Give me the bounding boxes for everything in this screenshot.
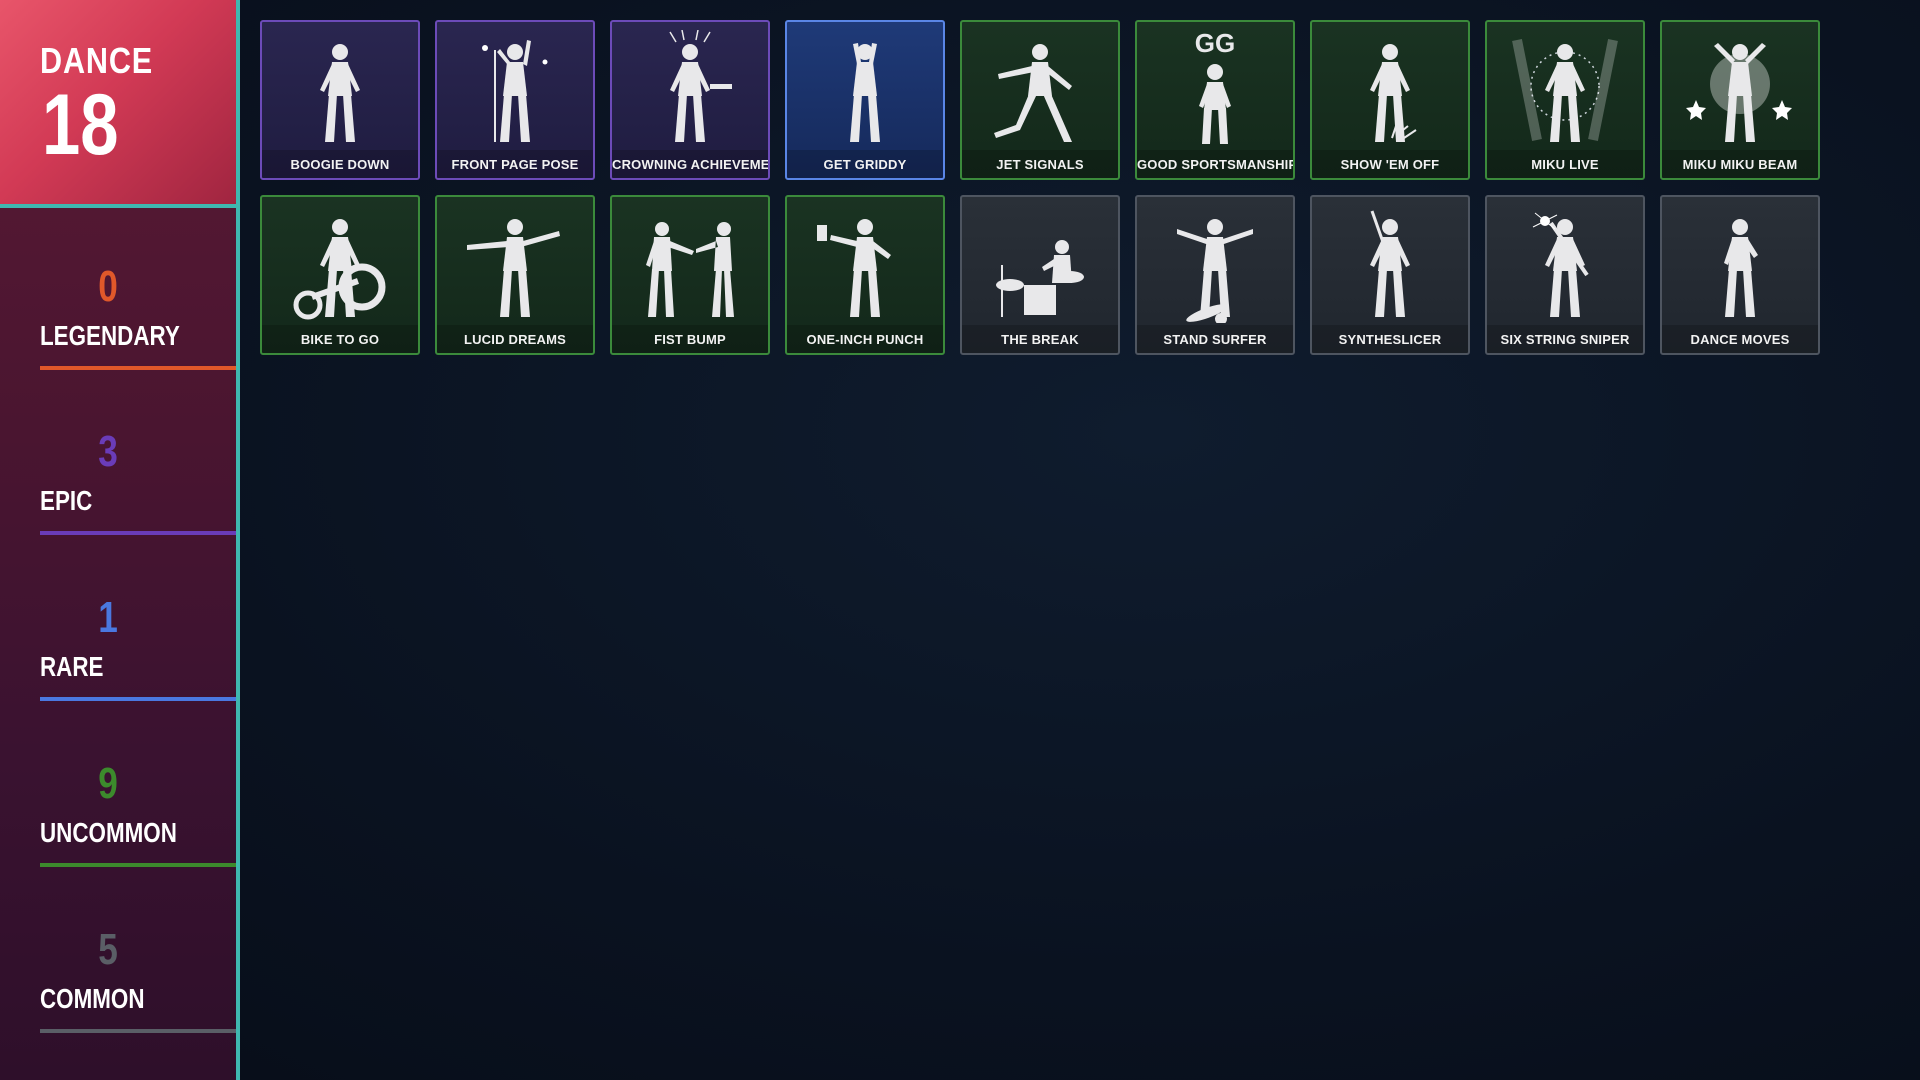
rarity-rare[interactable]: 1 RARE: [0, 593, 236, 733]
rarity-uncommon[interactable]: 9 UNCOMMON: [0, 759, 236, 899]
emote-tile[interactable]: BOOGIE DOWN: [260, 20, 420, 180]
emote-name: FRONT PAGE POSE: [451, 157, 579, 172]
rarity-label: COMMON: [40, 983, 145, 1014]
emote-name: SIX STRING SNIPER: [1500, 332, 1630, 347]
emote-tile[interactable]: STAND SURFER: [1135, 195, 1295, 355]
emote-name: ONE-INCH PUNCH: [806, 332, 924, 347]
emote-tile[interactable]: GG GOOD SPORTSMANSHIP: [1135, 20, 1295, 180]
guitar-icon: [1487, 205, 1643, 323]
emote-tile[interactable]: FIST BUMP: [610, 195, 770, 355]
emote-tile[interactable]: JET SIGNALS: [960, 20, 1120, 180]
griddy-icon: [787, 30, 943, 148]
emote-tile[interactable]: ONE-INCH PUNCH: [785, 195, 945, 355]
fist-bump-icon: [612, 205, 768, 323]
drums-icon: [962, 205, 1118, 323]
dance-moves-icon: [1662, 205, 1818, 323]
emote-grid: BOOGIE DOWN FRONT PAGE POSE CROWNING ACHIE…: [260, 20, 1820, 355]
crown-icon: [612, 29, 768, 148]
pose-icon: [962, 30, 1118, 148]
rarity-common[interactable]: 5 COMMON: [0, 925, 236, 1065]
category-label: DANCE: [40, 40, 154, 81]
rarity-legendary[interactable]: 0 LEGENDARY: [0, 262, 236, 402]
rarity-underline: [40, 863, 236, 867]
emote-tile[interactable]: THE BREAK: [960, 195, 1120, 355]
rarity-label: UNCOMMON: [40, 817, 177, 848]
emote-tile[interactable]: DANCE MOVES: [1660, 195, 1820, 355]
emote-name: DANCE MOVES: [1690, 332, 1790, 347]
emote-name: STAND SURFER: [1163, 332, 1267, 347]
emote-tile[interactable]: SHOW 'EM OFF: [1310, 20, 1470, 180]
emote-tile[interactable]: BIKE TO GO: [260, 195, 420, 355]
rarity-label: LEGENDARY: [40, 320, 180, 351]
emote-tile[interactable]: CROWNING ACHIEVEMENT: [610, 20, 770, 180]
rarity-underline: [40, 366, 236, 370]
emote-name: THE BREAK: [1001, 332, 1079, 347]
svg-text:GG: GG: [1195, 30, 1235, 58]
emote-name: MIKU LIVE: [1531, 157, 1599, 172]
rarity-count: 5: [98, 925, 118, 974]
emote-name: LUCID DREAMS: [463, 332, 567, 347]
emote-tile[interactable]: SIX STRING SNIPER: [1485, 195, 1645, 355]
crouch-icon: [1312, 30, 1468, 148]
emote-tile[interactable]: MIKU MIKU BEAM: [1660, 20, 1820, 180]
emote-name: GOOD SPORTSMANSHIP: [1137, 157, 1295, 172]
spotlight-icon: [1487, 30, 1643, 148]
emote-tile[interactable]: LUCID DREAMS: [435, 195, 595, 355]
emote-tile[interactable]: MIKU LIVE: [1485, 20, 1645, 180]
emote-name: BIKE TO GO: [300, 332, 380, 347]
rarity-label: RARE: [40, 651, 104, 682]
rarity-count: 0: [98, 262, 118, 311]
star-beam-icon: [1662, 30, 1818, 148]
rarity-underline: [40, 531, 236, 535]
emote-tile[interactable]: GET GRIDDY: [785, 20, 945, 180]
surfer-icon: [1137, 205, 1293, 325]
rarity-epic[interactable]: 3 EPIC: [0, 427, 236, 567]
rarity-count: 9: [98, 759, 118, 808]
emote-name: BOOGIE DOWN: [290, 157, 390, 172]
dancer-icon: [262, 30, 418, 148]
gg-icon: GG: [1137, 28, 1293, 148]
bike-icon: [262, 205, 418, 323]
emote-tile[interactable]: SYNTHESLICER: [1310, 195, 1470, 355]
category-header: DANCE 18: [0, 0, 236, 208]
mic-stand-icon: [437, 30, 593, 148]
punch-icon: [787, 205, 943, 323]
category-count: 18: [42, 77, 119, 173]
sword-icon: [1312, 205, 1468, 323]
rarity-underline: [40, 697, 236, 701]
rarity-count: 1: [98, 593, 118, 642]
arms-out-icon: [437, 205, 593, 323]
emote-name: GET GRIDDY: [823, 157, 907, 172]
emote-name: CROWNING ACHIEVEMENT: [612, 157, 770, 172]
emote-name: SYNTHESLICER: [1338, 332, 1442, 347]
emote-name: JET SIGNALS: [996, 157, 1084, 172]
rarity-underline: [40, 1029, 236, 1033]
emote-name: MIKU MIKU BEAM: [1682, 157, 1798, 172]
rarity-count: 3: [98, 427, 118, 476]
emote-name: FIST BUMP: [654, 332, 726, 347]
rarity-label: EPIC: [40, 485, 93, 516]
sidebar: DANCE 18 0 LEGENDARY 3 EPIC 1 RARE 9 UNC…: [0, 0, 240, 1080]
emote-name: SHOW 'EM OFF: [1340, 157, 1440, 172]
emote-tile[interactable]: FRONT PAGE POSE: [435, 20, 595, 180]
